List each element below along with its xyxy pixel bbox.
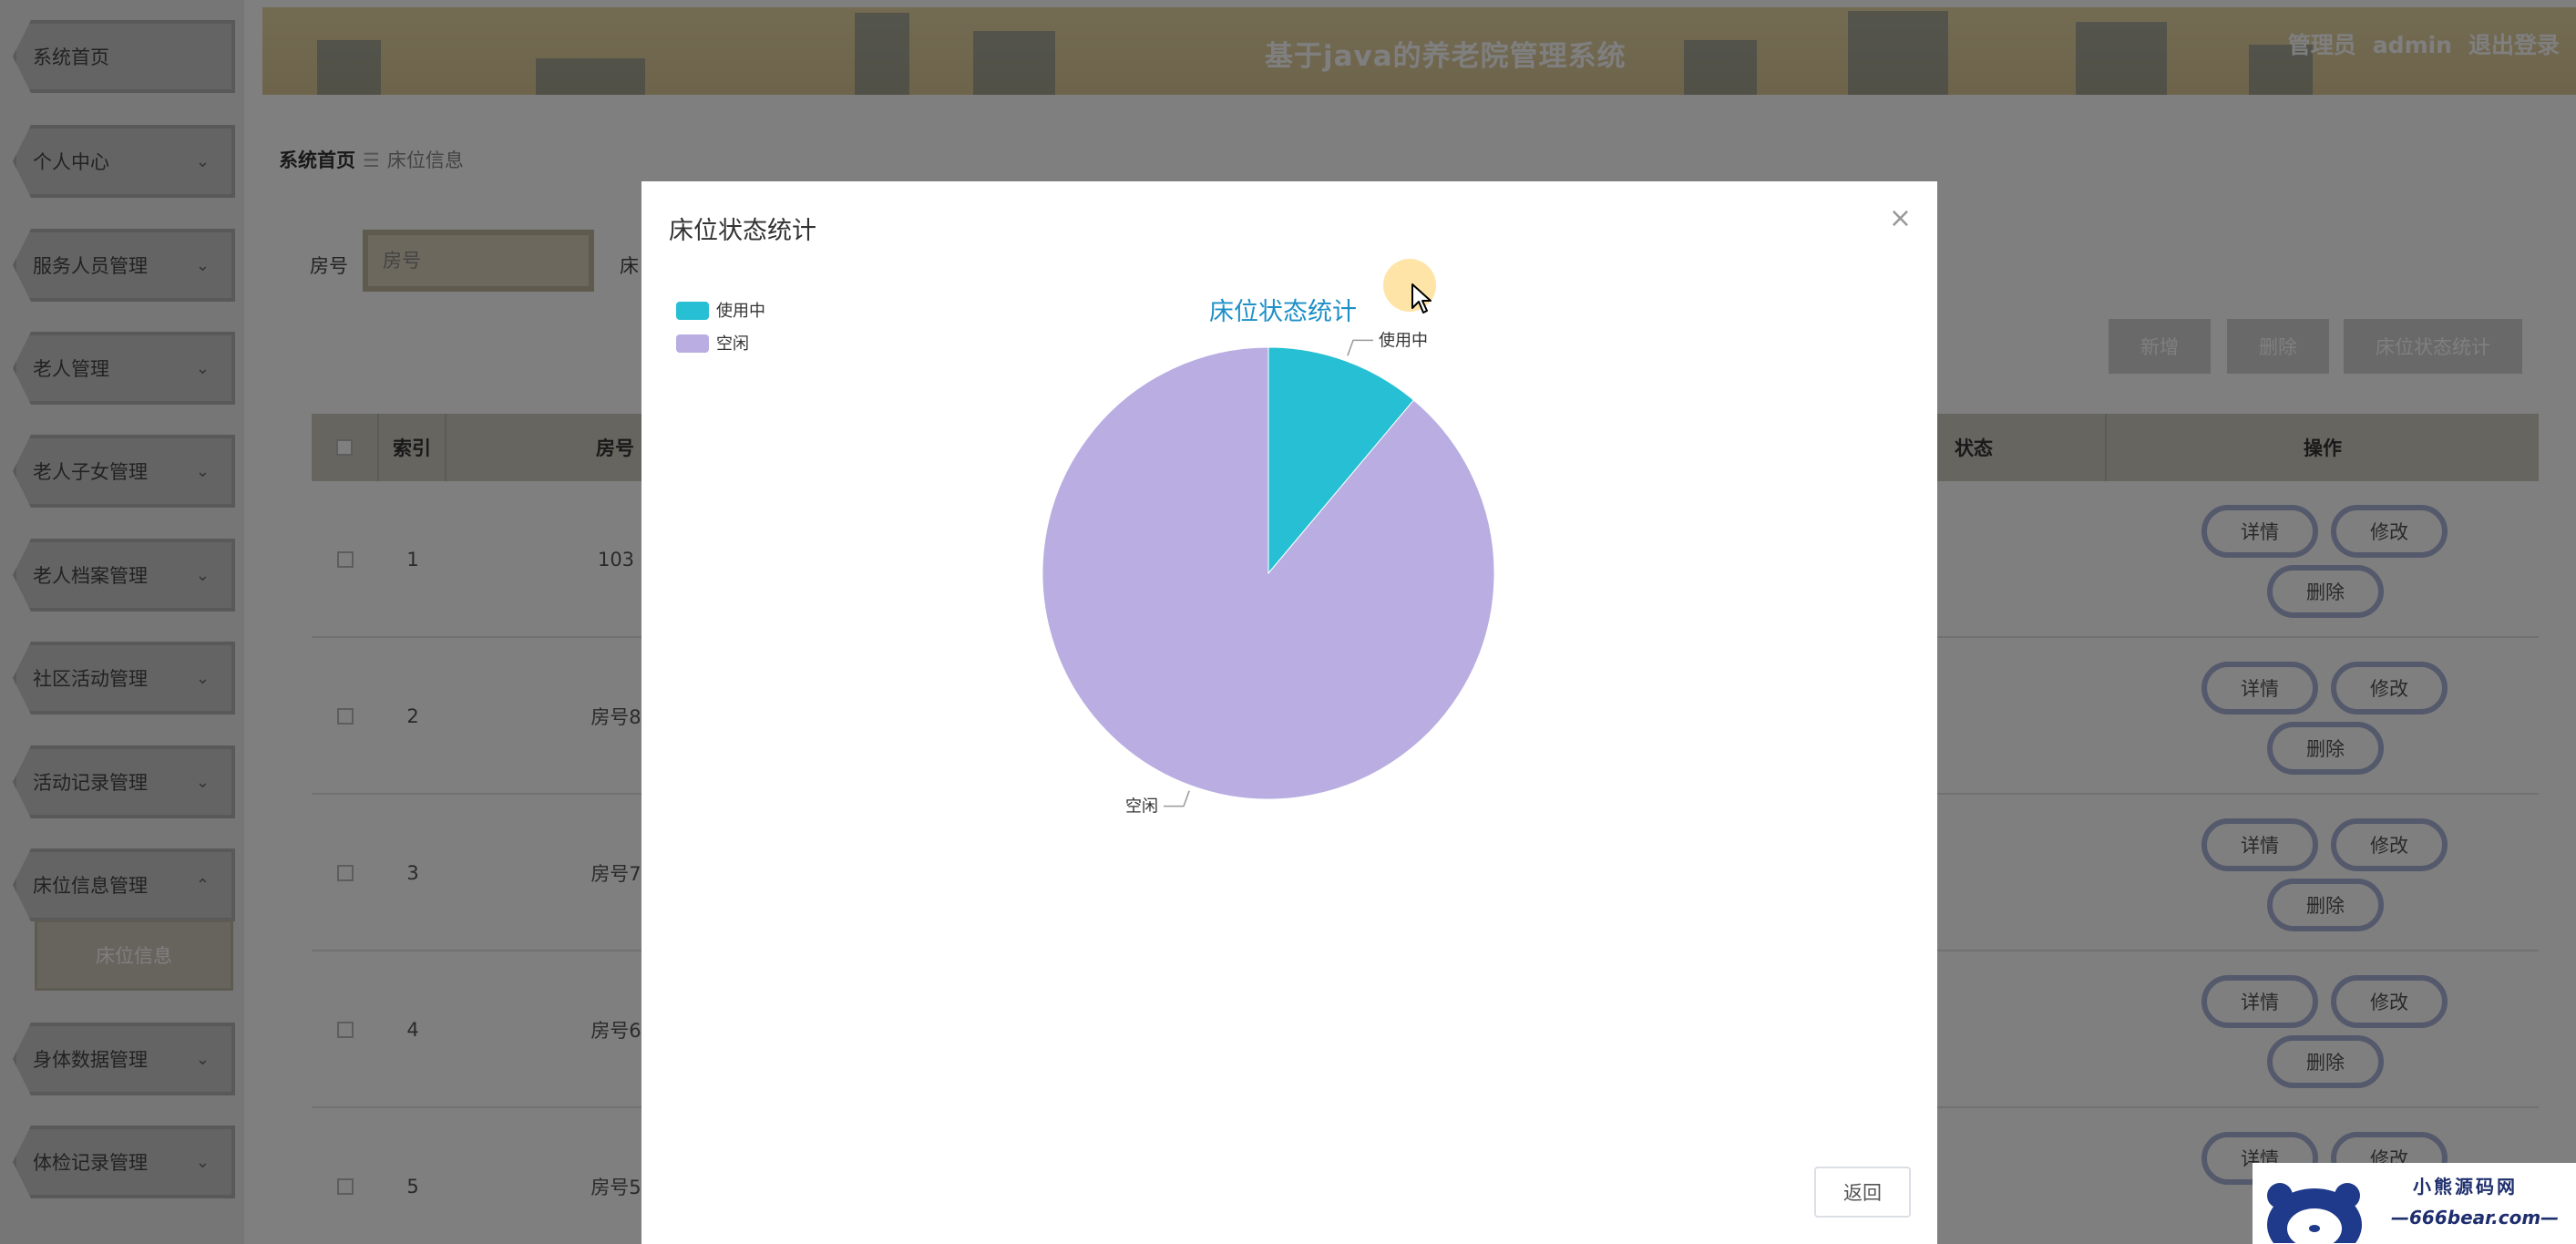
pie-slice-label: 使用中 [1379, 331, 1428, 350]
pie-label-line [1163, 790, 1190, 807]
watermark: 小熊源码网 —666bear.com— [2253, 1163, 2576, 1244]
legend-label-in-use: 使用中 [716, 302, 765, 321]
pie-group: 使用中空闲 [1042, 331, 1495, 817]
watermark-site-name: 小熊源码网 [2413, 1176, 2518, 1198]
dialog-title: 床位状态统计 [669, 217, 816, 245]
pie-slice[interactable] [1042, 346, 1495, 800]
cursor-arrow-icon [1411, 283, 1432, 314]
close-icon[interactable]: × [1889, 205, 1912, 232]
chart-legend: 使用中 空闲 [676, 302, 765, 354]
watermark-site-url: —666bear.com— [2391, 1207, 2560, 1229]
legend-label-idle: 空闲 [716, 334, 749, 354]
bed-stats-dialog: 床位状态统计 × 使用中 空闲 床位状态统计 使用中 空闲 返回 [641, 181, 1937, 1244]
chart-title: 床位状态统计 [1209, 298, 1357, 326]
pie-label-line [1347, 339, 1374, 356]
back-button[interactable]: 返回 [1814, 1167, 1911, 1218]
legend-swatch-in-use [676, 302, 709, 320]
bear-logo-icon [2267, 1183, 2362, 1243]
legend-swatch-idle [676, 334, 709, 353]
pie-slice-label: 空闲 [1125, 797, 1158, 817]
bed-status-pie-chart: 使用中 空闲 床位状态统计 使用中空闲 [676, 298, 1495, 817]
